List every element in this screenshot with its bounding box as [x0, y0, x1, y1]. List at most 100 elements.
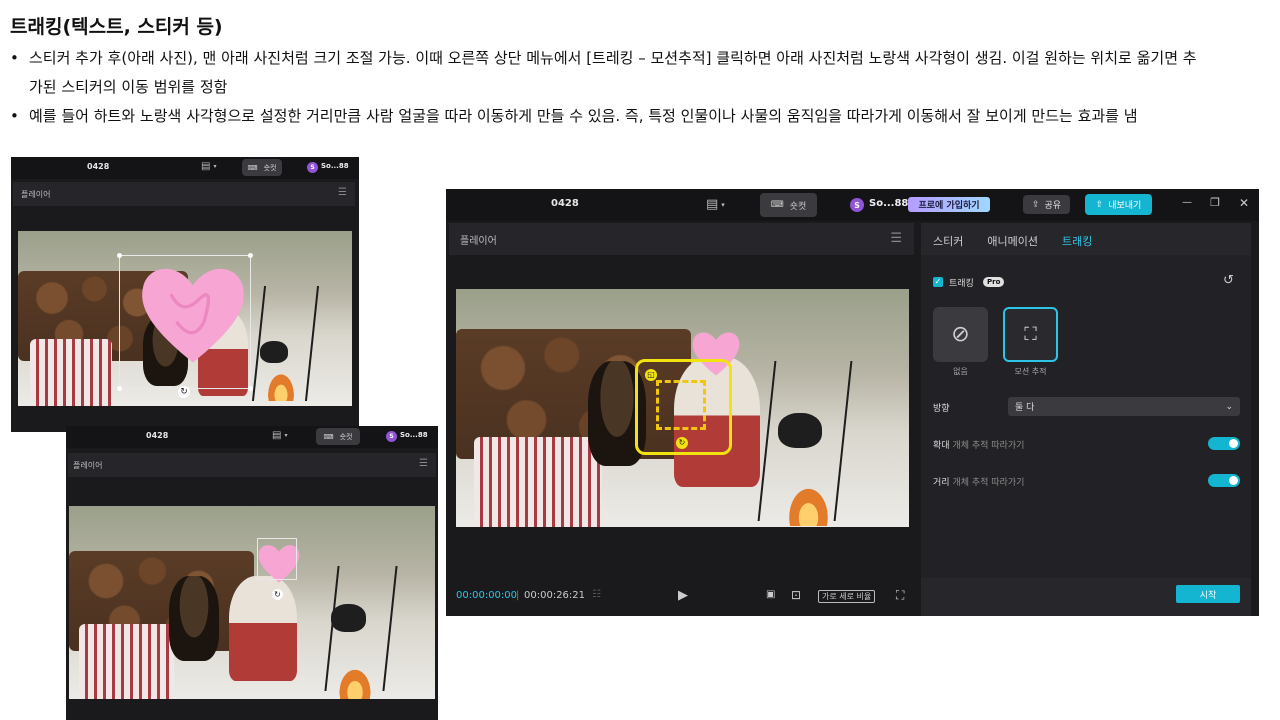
layout-icon[interactable]: ▤ ▾: [201, 161, 216, 172]
tracking-box[interactable]: ◱ ↻: [635, 359, 732, 455]
player-header: 플레이어 ☰: [449, 223, 914, 255]
video-frame: ↻: [69, 506, 435, 699]
player-header: 플레이어 ☰: [13, 182, 355, 206]
player-label: 플레이어: [73, 460, 103, 470]
distance-follow-toggle[interactable]: [1208, 474, 1240, 487]
username: So...88: [400, 431, 428, 439]
layout-icon[interactable]: ▤ ▾: [706, 197, 725, 212]
playback-bar: 00:00:00:00 | 00:00:26:21 ☷ ▶ ▣ ⊡ 가로 세로 …: [456, 588, 911, 608]
chevron-down-icon: ⌄: [1225, 401, 1233, 412]
tab-animation[interactable]: 애니메이션: [987, 233, 1038, 249]
table-cloth: [30, 339, 112, 406]
subtitle-icon[interactable]: ▣: [766, 589, 775, 600]
maximize-icon[interactable]: ❐: [1205, 196, 1225, 209]
direction-value: 둘 다: [1015, 403, 1035, 413]
start-button[interactable]: 시작: [1176, 585, 1240, 603]
play-icon[interactable]: ▶: [678, 588, 688, 603]
bullet-item: • 예를 들어 하트와 노랑색 사각형으로 설정한 거리만큼 사람 얼굴을 따라…: [10, 102, 1210, 131]
aspect-ratio-button[interactable]: 가로 세로 비율: [818, 590, 876, 603]
direction-select[interactable]: 둘 다 ⌄: [1008, 397, 1240, 416]
resize-handle[interactable]: [117, 253, 122, 258]
tab-sticker[interactable]: 스티커: [933, 233, 963, 249]
layout-icon[interactable]: ▤ ▾: [272, 430, 287, 441]
player-label: 플레이어: [21, 189, 51, 199]
pro-badge: Pro: [983, 277, 1005, 287]
avatar[interactable]: S: [307, 162, 318, 173]
campfire: [266, 371, 296, 401]
reset-icon[interactable]: ↺: [1223, 273, 1234, 288]
player-header: 플레이어 ☰: [68, 453, 436, 477]
table-cloth: [474, 437, 602, 527]
shortcut-button[interactable]: ⌨ 숏컷: [316, 428, 360, 445]
project-name: 0428: [551, 198, 579, 209]
distance-row-label: 거리 개체 추적 따라가기: [933, 478, 1025, 488]
export-button[interactable]: ⇧ 내보내기: [1085, 194, 1152, 215]
bullet-text: 스티커 추가 후(아래 사진), 맨 아래 사진처럼 크기 조절 가능. 이때 …: [29, 49, 1197, 96]
menu-icon[interactable]: ☰: [338, 187, 347, 198]
keyboard-icon: ⌨: [323, 432, 334, 441]
screenshot-motion-tracking: 0428 ▤ ▾ ⌨ 숏컷 S So...88 프로에 가입하기 ⇪ 공유 ⇧ 내보내기…: [446, 189, 1259, 616]
bullet-text: 예를 들어 하트와 노랑색 사각형으로 설정한 거리만큼 사람 얼굴을 따라 이…: [29, 107, 1138, 125]
project-name: 0428: [87, 162, 110, 171]
upload-icon: ⇧: [1095, 199, 1104, 210]
top-bar: 0428 ▤ ▾ ⌨ 숏컷 S So...88: [11, 157, 359, 179]
option-none[interactable]: ⊘: [933, 307, 988, 362]
total-time: 00:00:26:21: [524, 590, 586, 601]
tab-tracking[interactable]: 트래킹: [1062, 233, 1092, 249]
share-button[interactable]: ⇪ 공유: [1023, 195, 1070, 214]
video-frame: ◱ ↻: [456, 289, 909, 527]
person: [229, 576, 297, 681]
video-frame: ↻: [18, 231, 352, 406]
campfire: [786, 484, 831, 526]
direction-label: 방향: [933, 404, 950, 414]
keyboard-icon: ⌨: [247, 163, 258, 172]
close-icon[interactable]: ✕: [1234, 196, 1254, 210]
resize-handle[interactable]: [248, 386, 253, 391]
bullet-list: • 스티커 추가 후(아래 사진), 맨 아래 사진처럼 크기 조절 가능. 이…: [10, 44, 1210, 131]
pro-signup-button[interactable]: 프로에 가입하기: [908, 197, 990, 212]
bullet-item: • 스티커 추가 후(아래 사진), 맨 아래 사진처럼 크기 조절 가능. 이…: [10, 44, 1210, 102]
option-motion-tracking[interactable]: ⛶: [1003, 307, 1058, 362]
bullet-marker: •: [10, 49, 19, 67]
panel-tabs: 스티커 애니메이션 트래킹: [933, 233, 1092, 249]
grid-icon[interactable]: ☷: [592, 589, 601, 600]
rotate-icon[interactable]: ↻: [178, 386, 190, 398]
screenshot-sticker-resized: 0428 ▤ ▾ ⌨ 숏컷 S So...88 플레이어 ☰ ↻: [66, 426, 438, 720]
current-time: 00:00:00:00: [456, 590, 518, 601]
menu-icon[interactable]: ☰: [890, 231, 902, 246]
top-bar: 0428 ▤ ▾ ⌨ 숏컷 S So...88 프로에 가입하기 ⇪ 공유 ⇧ 내보내기…: [446, 189, 1259, 221]
rotate-icon[interactable]: ↻: [272, 589, 283, 600]
avatar[interactable]: S: [850, 198, 864, 212]
tracking-handle-icon[interactable]: ◱: [645, 369, 657, 381]
shortcut-button[interactable]: ⌨ 숏컷: [242, 159, 282, 176]
kettle: [260, 341, 288, 363]
resize-handle[interactable]: [248, 253, 253, 258]
menu-icon[interactable]: ☰: [419, 458, 428, 469]
top-bar: 0428 ▤ ▾ ⌨ 숏컷 S So...88: [66, 426, 438, 448]
username: So...88: [869, 198, 909, 209]
tracking-rotate-icon[interactable]: ↻: [676, 437, 688, 449]
dog: [169, 576, 219, 661]
player-label: 플레이어: [460, 235, 497, 247]
kettle: [778, 413, 822, 448]
resize-handle[interactable]: [117, 386, 122, 391]
fullscreen-icon[interactable]: ⛶: [896, 588, 904, 603]
screenshot-icon[interactable]: ⊡: [791, 588, 801, 602]
zoom-row-label: 확대 개체 추적 따라가기: [933, 441, 1025, 451]
tracking-inner-box[interactable]: [656, 380, 706, 430]
minimize-icon[interactable]: —: [1177, 197, 1197, 208]
selection-box[interactable]: [117, 253, 253, 391]
campfire: [337, 666, 373, 699]
slide-title: 트래킹(텍스트, 스티커 등): [10, 16, 223, 38]
keyboard-icon: ⌨: [770, 200, 784, 210]
shortcut-button[interactable]: ⌨ 숏컷: [760, 193, 817, 217]
zoom-follow-toggle[interactable]: [1208, 437, 1240, 450]
selection-box[interactable]: [257, 538, 297, 580]
ban-icon: ⊘: [951, 322, 970, 347]
time-separator: |: [516, 590, 520, 601]
option-none-label: 없음: [953, 367, 968, 376]
avatar[interactable]: S: [386, 431, 397, 442]
option-motion-tracking-label: 모션 추적: [1014, 367, 1047, 376]
tracking-checkbox[interactable]: ✓: [933, 277, 943, 287]
username: So...88: [321, 162, 349, 170]
